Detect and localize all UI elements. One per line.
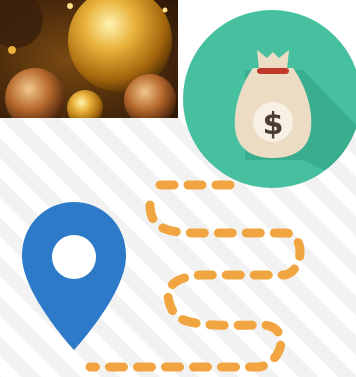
map-pin-icon	[22, 202, 126, 350]
christmas-ornaments-photo	[0, 0, 178, 118]
dollar-sign-icon: $	[263, 107, 284, 142]
route-illustration	[22, 180, 305, 372]
